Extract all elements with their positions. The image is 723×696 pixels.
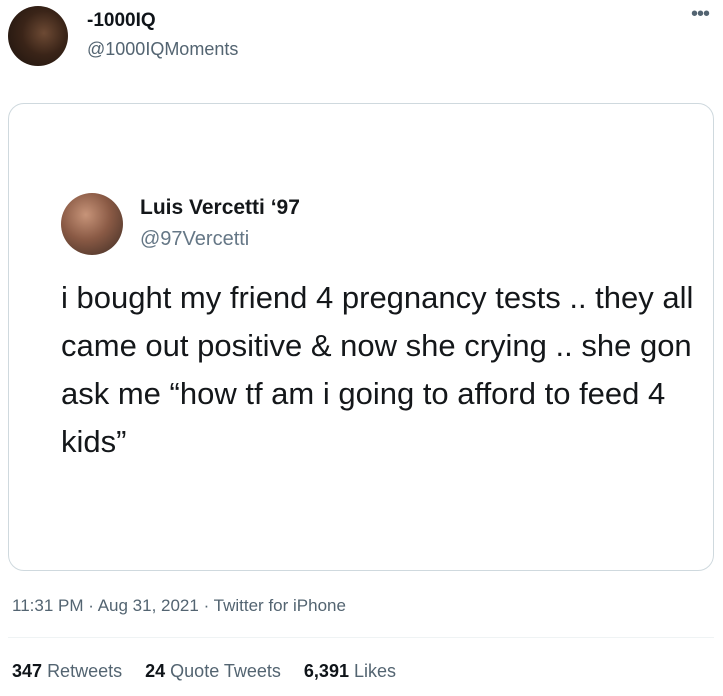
meta-separator: · [198, 596, 214, 615]
author-handle[interactable]: @1000IQMoments [87, 39, 238, 60]
retweets-count: 347 [12, 661, 43, 681]
author-name[interactable]: -1000IQ [87, 10, 156, 32]
retweets-label: Retweets [47, 661, 123, 681]
likes-count: 6,391 [303, 661, 349, 681]
embedded-author-avatar [61, 193, 123, 255]
embedded-author-name: Luis Vercetti ‘97 [140, 196, 300, 219]
quote-tweets-label: Quote Tweets [170, 661, 281, 681]
author-avatar[interactable] [8, 6, 68, 66]
tweet-image[interactable]: Luis Vercetti ‘97 @97Vercetti i bought m… [8, 103, 714, 571]
retweets-stat[interactable]: 347 Retweets [12, 661, 122, 682]
more-options-icon[interactable]: ••• [686, 4, 714, 26]
tweet-date[interactable]: Aug 31, 2021 [98, 596, 199, 615]
divider [8, 637, 714, 638]
quote-tweets-stat[interactable]: 24 Quote Tweets [145, 661, 281, 682]
meta-separator: · [83, 596, 98, 615]
embedded-tweet-text: i bought my friend 4 pregnancy tests .. … [61, 280, 694, 459]
likes-stat[interactable]: 6,391 Likes [304, 661, 396, 682]
tweet-metadata: 11:31 PM · Aug 31, 2021 · Twitter for iP… [12, 596, 346, 616]
tweet-time[interactable]: 11:31 PM [12, 596, 84, 615]
quote-tweets-count: 24 [145, 661, 166, 681]
embedded-author-handle: @97Vercetti [140, 228, 250, 250]
tweet-stats: 347 Retweets 24 Quote Tweets 6,391 Likes [12, 661, 414, 682]
tweet-source[interactable]: Twitter for iPhone [214, 596, 346, 615]
likes-label: Likes [353, 661, 397, 681]
